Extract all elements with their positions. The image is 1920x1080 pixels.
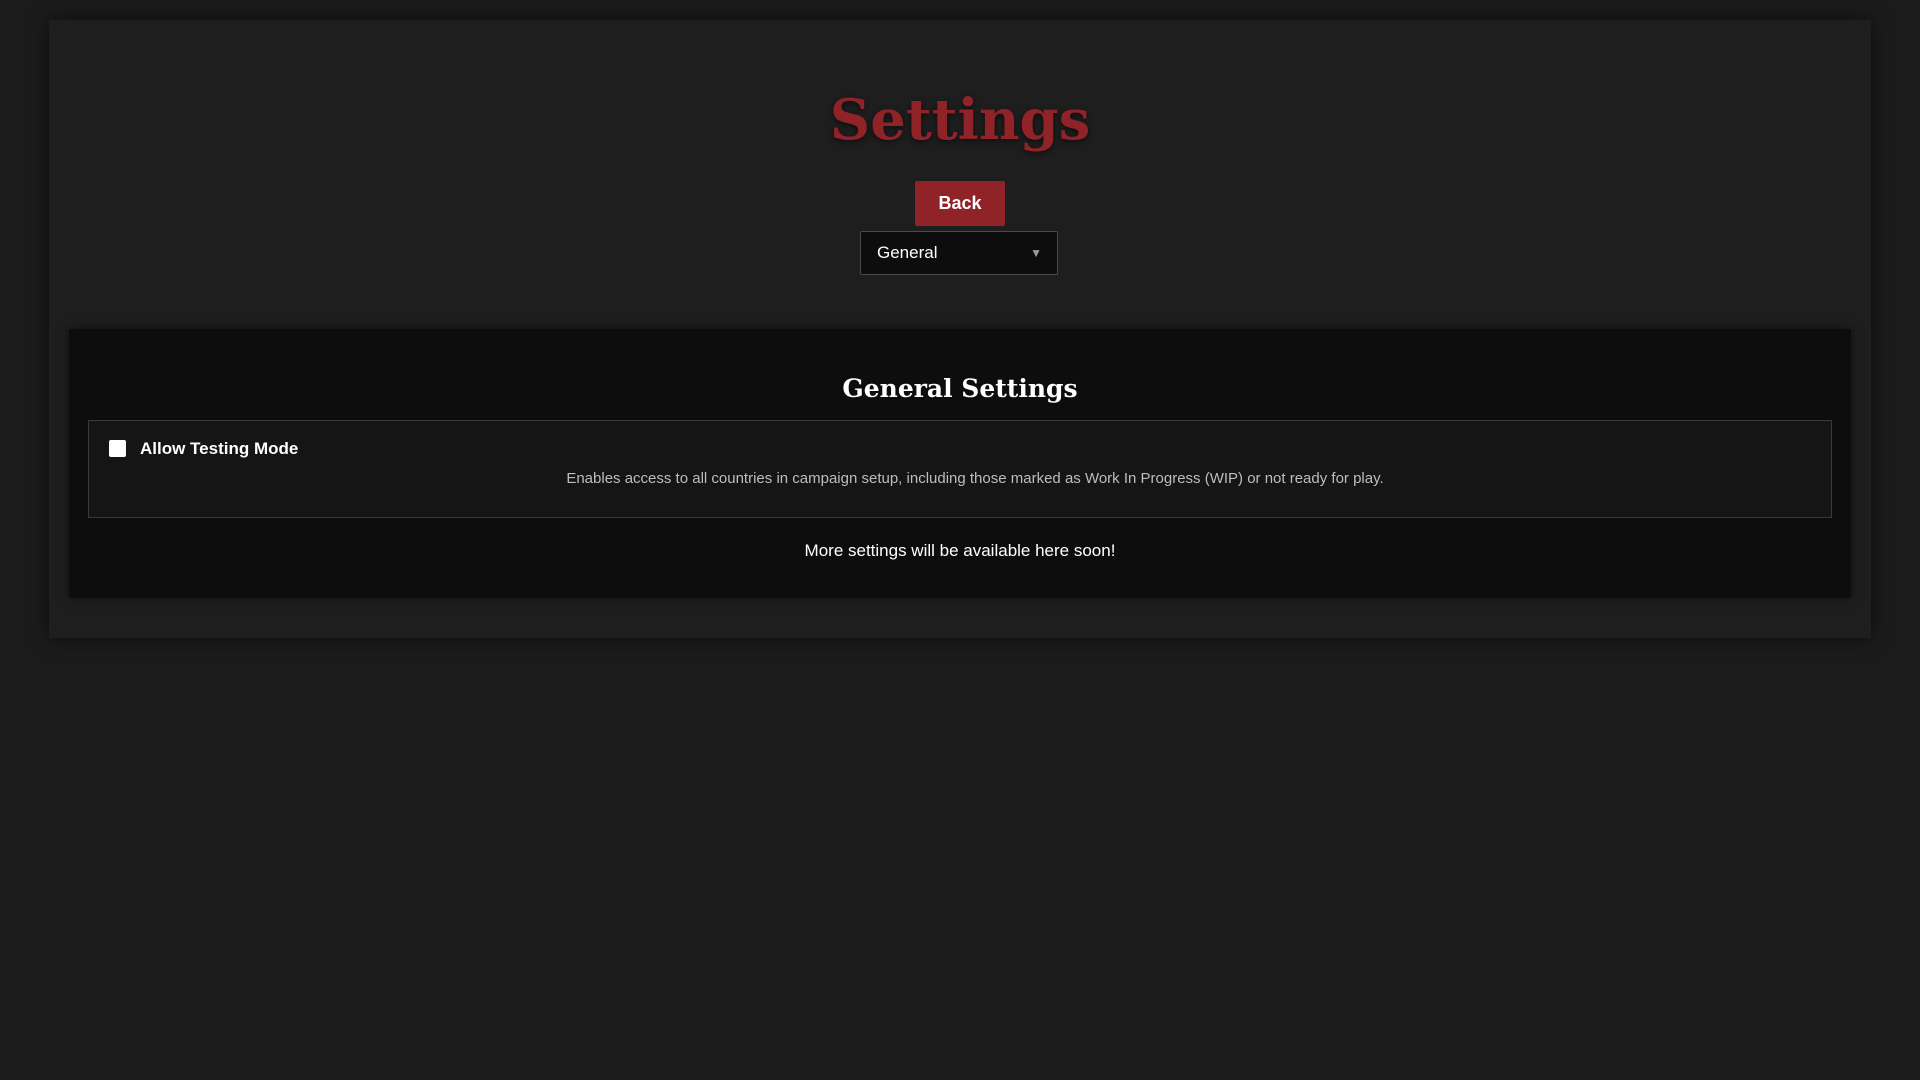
allow-testing-mode-description: Enables access to all countries in campa… bbox=[566, 470, 1384, 487]
page-title: Settings bbox=[829, 87, 1091, 153]
category-select[interactable]: General ▼ bbox=[860, 231, 1058, 275]
settings-page: Settings Back General ▼ General Settings… bbox=[49, 20, 1871, 638]
section-title: General Settings bbox=[842, 374, 1078, 403]
allow-testing-mode-label[interactable]: Allow Testing Mode bbox=[140, 435, 298, 462]
category-select-value: General bbox=[877, 243, 938, 262]
more-settings-note: More settings will be available here soo… bbox=[804, 541, 1116, 560]
allow-testing-mode-checkbox[interactable] bbox=[109, 440, 126, 457]
chevron-down-icon: ▼ bbox=[1030, 246, 1042, 260]
setting-row-allow-testing-mode: Allow Testing Mode Enables access to all… bbox=[88, 420, 1832, 518]
back-button[interactable]: Back bbox=[915, 181, 1005, 226]
general-settings-panel: General Settings Allow Testing Mode Enab… bbox=[69, 329, 1851, 598]
